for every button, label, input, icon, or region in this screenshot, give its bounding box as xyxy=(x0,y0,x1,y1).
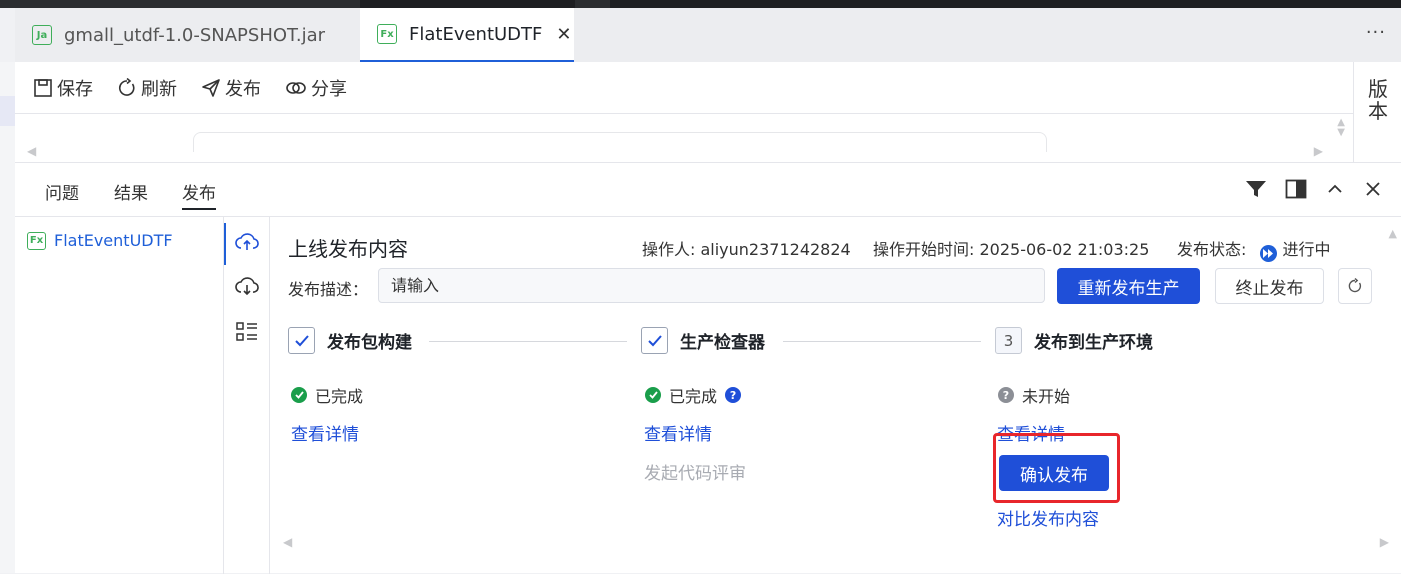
refresh-label: 刷新 xyxy=(141,78,177,100)
more-icon[interactable]: ··· xyxy=(1366,22,1386,43)
publish-side-rail xyxy=(224,217,270,574)
status-text: 已完成 xyxy=(315,387,364,406)
cloud-download-icon[interactable] xyxy=(235,275,259,297)
version-panel[interactable]: 版本 xyxy=(1353,62,1401,162)
save-button[interactable]: 保存 xyxy=(33,75,93,101)
tab-problems[interactable]: 问题 xyxy=(45,179,79,204)
scroll-updown-icon[interactable]: ▲ ▼ xyxy=(1337,118,1345,138)
chevron-up-icon[interactable] xyxy=(1325,179,1345,199)
share-label: 分享 xyxy=(311,78,347,100)
refresh-button[interactable] xyxy=(1338,268,1372,304)
active-indicator xyxy=(224,223,226,265)
success-icon xyxy=(645,387,661,403)
cloud-upload-icon[interactable] xyxy=(235,231,259,253)
step-title: 生产检查器 xyxy=(680,333,765,353)
editor-inner-box xyxy=(193,132,1047,152)
step-connector xyxy=(783,341,981,342)
status-text: 已完成 xyxy=(669,387,718,406)
function-file-icon: Fx xyxy=(27,231,46,250)
top-strip-segment xyxy=(0,0,360,8)
save-icon xyxy=(34,78,52,97)
tab-jar-file[interactable]: Ja gmall_utdf-1.0-SNAPSHOT.jar xyxy=(32,8,325,62)
scroll-left-icon[interactable]: ◀ xyxy=(283,535,292,549)
confirm-publish-button[interactable]: 确认发布 xyxy=(999,455,1109,491)
start-code-review-link: 发起代码评审 xyxy=(644,464,746,484)
step-connector xyxy=(429,341,627,342)
scroll-right-icon[interactable]: ▶ xyxy=(1314,144,1323,158)
bottom-tab-bar: 问题 结果 发布 xyxy=(15,163,1401,217)
version-label: 版本 xyxy=(1368,77,1388,123)
description-input[interactable]: 请输入 xyxy=(378,268,1045,303)
left-gutter-highlight xyxy=(0,96,15,126)
refresh-icon xyxy=(1348,278,1362,293)
list-icon[interactable] xyxy=(235,321,259,343)
link-icon xyxy=(286,81,306,94)
scroll-right-icon[interactable]: ▶ xyxy=(1380,535,1389,549)
view-details-link[interactable]: 查看详情 xyxy=(291,420,359,445)
send-icon xyxy=(202,78,220,97)
publish-label: 发布 xyxy=(225,78,261,100)
start-time-text: 操作开始时间: 2025-06-02 21:03:25 xyxy=(873,240,1150,259)
share-button[interactable]: 分享 xyxy=(285,75,347,101)
success-icon xyxy=(291,387,307,403)
step-deploy-header: 3 发布到生产环境 xyxy=(995,327,1153,354)
refresh-button[interactable]: 刷新 xyxy=(117,75,177,101)
publish-content: ▲ 上线发布内容 操作人: aliyun2371242824 操作开始时间: 2… xyxy=(271,217,1401,574)
question-icon: ? xyxy=(998,387,1014,403)
description-label: 发布描述： xyxy=(288,280,369,299)
split-panel-icon[interactable] xyxy=(1285,179,1307,199)
status-label: 发布状态: xyxy=(1177,240,1247,259)
jar-file-icon: Ja xyxy=(32,25,52,45)
check-icon xyxy=(288,327,315,354)
function-file-icon: Fx xyxy=(377,24,397,44)
close-icon[interactable] xyxy=(1363,179,1383,199)
step-number: 3 xyxy=(995,327,1022,354)
close-icon[interactable]: ✕ xyxy=(556,24,571,45)
publish-title: 上线发布内容 xyxy=(288,237,408,261)
bottom-panel: 问题 结果 发布 Fx FlatEventUDTF ▲ 上线发布内容 操作人: … xyxy=(15,162,1401,574)
editor-area: ◀ ▶ ▲ ▼ xyxy=(15,114,1353,162)
operator-text: 操作人: aliyun2371242824 xyxy=(642,240,851,259)
file-tree-item-label: FlatEventUDTF xyxy=(54,231,173,250)
left-gutter xyxy=(0,62,15,573)
publish-status: 发布状态: 进行中 xyxy=(1177,236,1331,262)
step-status: 已完成 ? xyxy=(645,383,742,407)
republish-button[interactable]: 重新发布生产 xyxy=(1057,268,1200,304)
step-checker-header: 生产检查器 xyxy=(641,327,765,354)
tab-label: gmall_utdf-1.0-SNAPSHOT.jar xyxy=(64,24,326,46)
help-icon[interactable]: ? xyxy=(725,387,742,403)
step-title: 发布包构建 xyxy=(327,333,412,353)
publish-button[interactable]: 发布 xyxy=(201,75,261,101)
abort-publish-button[interactable]: 终止发布 xyxy=(1215,268,1324,304)
tab-results[interactable]: 结果 xyxy=(114,179,148,204)
publish-file-tree: Fx FlatEventUDTF xyxy=(15,217,224,574)
status-value: 进行中 xyxy=(1282,240,1331,259)
editor-tab-bar: Ja gmall_utdf-1.0-SNAPSHOT.jar Fx FlatEv… xyxy=(15,8,1401,62)
panel-actions xyxy=(1245,179,1383,199)
filter-icon[interactable] xyxy=(1245,179,1267,199)
file-tree-item[interactable]: Fx FlatEventUDTF xyxy=(27,231,173,250)
scroll-up-icon[interactable]: ▲ xyxy=(1389,227,1397,240)
tab-publish[interactable]: 发布 xyxy=(182,179,216,210)
view-details-link[interactable]: 查看详情 xyxy=(644,420,712,445)
step-title: 发布到生产环境 xyxy=(1034,333,1153,353)
tab-flateventudtf[interactable]: Fx FlatEventUDTF ✕ xyxy=(360,8,574,62)
top-strip-segment xyxy=(575,0,610,8)
tab-label: FlatEventUDTF xyxy=(409,23,543,45)
window-top-strip xyxy=(0,0,1401,8)
step-status: 已完成 xyxy=(291,383,363,407)
step-status: ? 未开始 xyxy=(998,383,1070,407)
toolbar: 保存 刷新 发布 分享 xyxy=(15,62,1353,114)
save-label: 保存 xyxy=(57,78,93,100)
scroll-left-icon[interactable]: ◀ xyxy=(27,144,36,158)
step-build-header: 发布包构建 xyxy=(288,327,412,354)
status-text: 未开始 xyxy=(1022,387,1071,406)
refresh-icon xyxy=(119,77,135,96)
in-progress-icon xyxy=(1259,245,1277,262)
compare-content-link[interactable]: 对比发布内容 xyxy=(997,505,1099,530)
check-icon xyxy=(641,327,668,354)
